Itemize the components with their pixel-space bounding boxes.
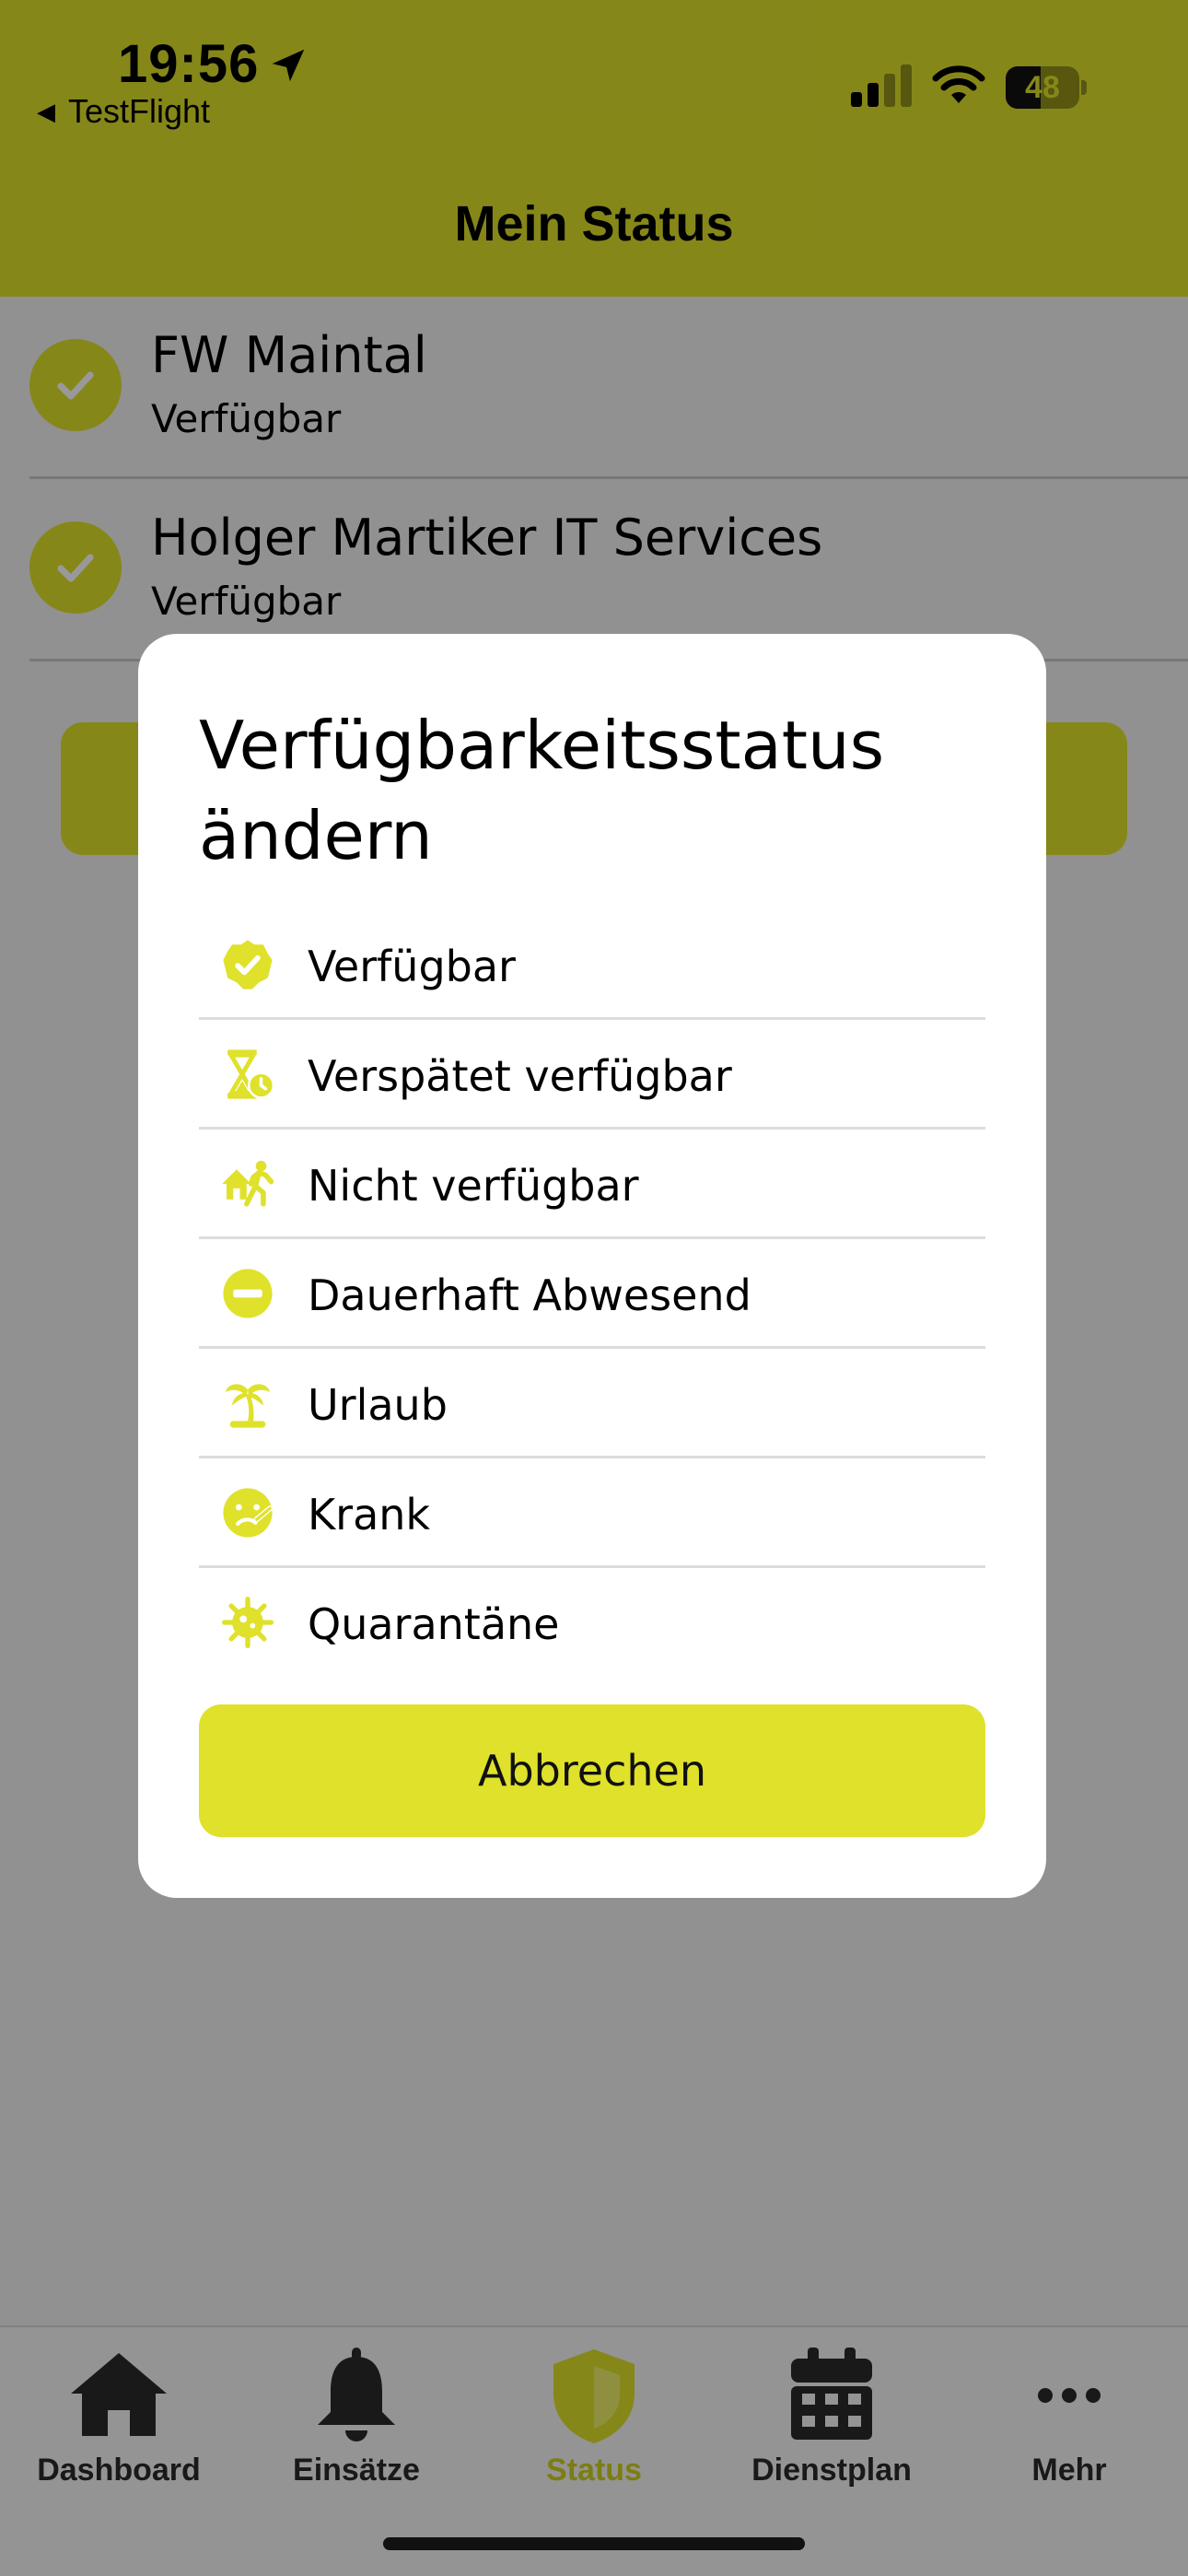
option-label: Urlaub — [308, 1380, 448, 1430]
cancel-button[interactable]: Abbrechen — [199, 1704, 985, 1837]
option-nicht-verfuegbar[interactable]: Nicht verfügbar — [199, 1130, 985, 1239]
option-label: Verfügbar — [308, 942, 516, 991]
status-change-dialog: Verfügbarkeitsstatus ändern Verfügbar Ve… — [138, 634, 1046, 1898]
option-urlaub[interactable]: Urlaub — [199, 1349, 985, 1458]
option-krank[interactable]: Krank — [199, 1458, 985, 1568]
option-dauerhaft-abwesend[interactable]: Dauerhaft Abwesend — [199, 1239, 985, 1349]
check-badge-icon — [223, 940, 273, 989]
minus-circle-icon — [223, 1269, 273, 1318]
home-indicator[interactable] — [383, 2537, 805, 2550]
option-verfuegbar[interactable]: Verfügbar — [199, 910, 985, 1020]
palm-tree-icon — [225, 1384, 271, 1428]
status-options-list: Verfügbar Verspätet verfügbar Nicht verf… — [199, 910, 985, 1678]
sick-face-icon — [223, 1488, 274, 1538]
option-label: Dauerhaft Abwesend — [308, 1270, 751, 1320]
option-label: Quarantäne — [308, 1599, 560, 1649]
option-quarantaene[interactable]: Quarantäne — [199, 1568, 985, 1678]
option-label: Verspätet verfügbar — [308, 1051, 732, 1101]
option-label: Nicht verfügbar — [308, 1161, 639, 1211]
virus-icon — [221, 1596, 274, 1649]
option-label: Krank — [308, 1490, 431, 1540]
person-leaving-house-icon — [222, 1160, 274, 1207]
hourglass-clock-icon — [227, 1049, 274, 1099]
option-verspaetet[interactable]: Verspätet verfügbar — [199, 1020, 985, 1130]
dialog-title: Verfügbarkeitsstatus ändern — [199, 707, 885, 874]
